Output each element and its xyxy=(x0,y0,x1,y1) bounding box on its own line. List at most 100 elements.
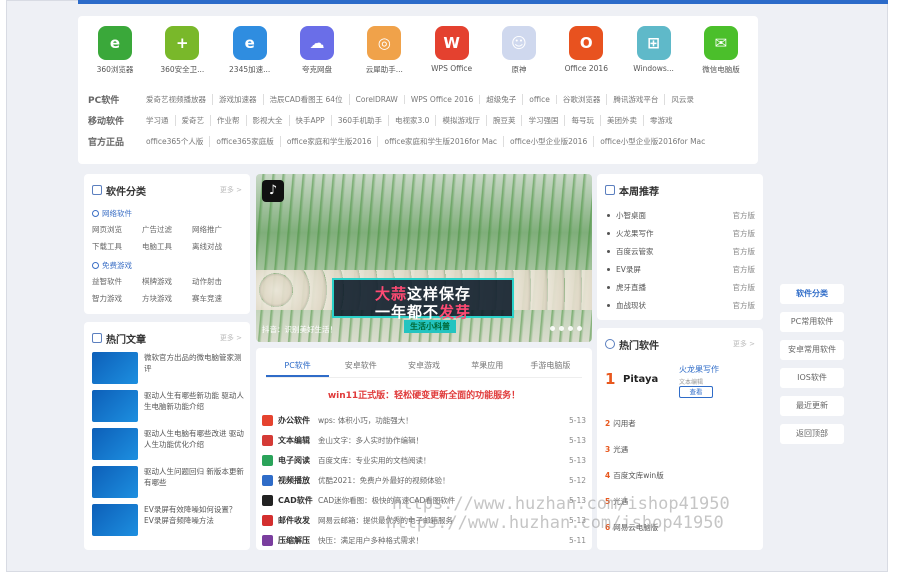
view-button[interactable]: 查看 xyxy=(679,386,713,398)
app-name[interactable]: WPS Office xyxy=(421,64,483,73)
category-link[interactable]: 作业帮 xyxy=(211,114,247,126)
category-link[interactable]: 学习通 xyxy=(140,114,176,126)
hot-software-top-item[interactable]: 1 Pitaya 火龙果写作 文本编辑 查看 xyxy=(605,360,757,408)
app-tile[interactable]: ☺ 原神 xyxy=(488,26,550,84)
category-link[interactable]: office家庭和学生版2016 xyxy=(281,135,379,147)
float-nav-item[interactable]: PC常用软件 xyxy=(780,312,844,332)
tab-1[interactable]: 安卓软件 xyxy=(329,356,392,377)
app-name[interactable]: 云犀助手... xyxy=(353,64,415,75)
category-link[interactable]: 动作射击 xyxy=(192,276,236,287)
category-link[interactable]: 风云录 xyxy=(665,94,700,105)
category-link[interactable]: 益智软件 xyxy=(92,276,136,287)
software-category[interactable]: 电子阅读 xyxy=(278,455,318,466)
weekly-item[interactable]: 火龙果写作 官方版 xyxy=(607,228,755,239)
app-name[interactable]: 360浏览器 xyxy=(84,64,146,75)
carousel-dot[interactable] xyxy=(577,326,582,331)
category-link[interactable]: 电脑工具 xyxy=(142,241,186,252)
category-link[interactable]: 爱奇艺视频播放器 xyxy=(140,93,213,105)
category-link[interactable]: 模拟游戏厅 xyxy=(436,114,487,126)
weekly-item[interactable]: EV录屏 官方版 xyxy=(607,264,755,275)
weekly-item-name[interactable]: 火龙果写作 xyxy=(616,228,654,239)
software-row[interactable]: 视频播放 优酷2021：免费户外最好的视频体验！ 5-12 xyxy=(262,472,586,488)
app-tile[interactable]: O Office 2016 xyxy=(555,26,617,84)
weekly-item[interactable]: 血战现状 官方版 xyxy=(607,300,755,311)
app-tile[interactable]: ◎ 云犀助手... xyxy=(353,26,415,84)
software-description[interactable]: 百度文库：专业实用的文档阅读！ xyxy=(318,455,564,466)
software-category[interactable]: 压缩解压 xyxy=(278,535,318,546)
category-link[interactable]: office家庭和学生版2016for Mac xyxy=(378,135,505,147)
weekly-item-name[interactable]: 小智桌面 xyxy=(616,210,646,221)
category-link[interactable]: 智力游戏 xyxy=(92,293,136,304)
group-free-games[interactable]: 免费游戏 xyxy=(92,260,132,271)
software-name[interactable]: 光遇 xyxy=(613,445,628,454)
category-link[interactable]: CorelDRAW xyxy=(350,94,405,104)
article-item[interactable]: 驱动人生问题回归 新版本更新有哪些 xyxy=(92,466,244,500)
software-description[interactable]: wps: 体积小巧，功能强大！ xyxy=(318,415,564,426)
more-link[interactable]: 更多 > xyxy=(733,339,755,349)
article-title[interactable]: 驱动人生问题回归 新版本更新有哪些 xyxy=(144,466,244,500)
category-link[interactable]: 学习强国 xyxy=(522,114,566,126)
app-name[interactable]: 原神 xyxy=(488,64,550,75)
more-link[interactable]: 更多 > xyxy=(220,333,242,343)
article-title[interactable]: 微软官方出品的微电脑管家测评 xyxy=(144,352,244,386)
weekly-item-name[interactable]: EV录屏 xyxy=(616,264,641,275)
tab-0[interactable]: PC软件 xyxy=(266,356,330,377)
category-link[interactable]: 超级兔子 xyxy=(480,93,524,105)
app-tile[interactable]: +360安全卫... xyxy=(151,26,213,84)
category-link[interactable]: 赛车竞速 xyxy=(192,293,236,304)
weekly-item-name[interactable]: 百度云管家 xyxy=(616,246,654,257)
tab-4[interactable]: 手游电脑版 xyxy=(519,356,582,377)
software-row[interactable]: 办公软件 wps: 体积小巧，功能强大！ 5-13 xyxy=(262,412,586,428)
article-title[interactable]: EV录屏有效降噪如何设置？EV录屏音频降噪方法 xyxy=(144,504,244,538)
article-title[interactable]: 驱动人生电脑有哪些改进 驱动人生功能优化介绍 xyxy=(144,428,244,462)
software-category[interactable]: 文本编辑 xyxy=(278,435,318,446)
group-network[interactable]: 网络软件 xyxy=(92,208,132,219)
app-name[interactable]: Office 2016 xyxy=(555,64,617,73)
app-tile[interactable]: e 360浏览器 xyxy=(84,26,146,84)
software-row[interactable]: 文本编辑 金山文字：多人实时协作编辑！ 5-13 xyxy=(262,432,586,448)
hot-software-item[interactable]: 4 百度文库win版 xyxy=(605,470,664,481)
app-tile[interactable]: ✉ 微信电脑版 xyxy=(690,26,752,84)
category-link[interactable]: office小型企业版2016 xyxy=(504,135,595,147)
category-link[interactable]: office365个人版 xyxy=(140,135,211,147)
category-link[interactable]: 下载工具 xyxy=(92,241,136,252)
category-link[interactable]: 影视大全 xyxy=(247,114,290,126)
software-description[interactable]: 金山文字：多人实时协作编辑！ xyxy=(318,435,564,446)
software-name[interactable]: 火龙果写作 xyxy=(679,364,719,375)
category-link[interactable]: 离线对战 xyxy=(192,241,236,252)
more-link[interactable]: 更多 > xyxy=(220,185,242,195)
app-name[interactable]: Windows... xyxy=(623,64,685,73)
tab-3[interactable]: 苹果应用 xyxy=(456,356,519,377)
app-name[interactable]: 2345加速... xyxy=(219,64,281,75)
banner-carousel[interactable]: ♪ 大蒜这样保存 一年都不发芽 生活小科普 抖音：识别美好生活！ xyxy=(256,174,592,342)
carousel-dot[interactable] xyxy=(550,326,555,331)
software-category[interactable]: 办公软件 xyxy=(278,415,318,426)
weekly-item[interactable]: 小智桌面 官方版 xyxy=(607,210,755,221)
float-nav-item[interactable]: 返回顶部 xyxy=(780,424,844,444)
software-category[interactable]: 视频播放 xyxy=(278,475,318,486)
category-link[interactable]: 腾讯游戏平台 xyxy=(607,93,666,105)
category-link[interactable]: 广告过滤 xyxy=(142,224,186,235)
software-category[interactable]: CAD软件 xyxy=(278,495,318,506)
category-link[interactable]: 零游戏 xyxy=(644,115,679,126)
category-link[interactable]: 爱奇艺 xyxy=(176,114,211,126)
app-name[interactable]: 夸克网盘 xyxy=(286,64,348,75)
app-tile[interactable]: W WPS Office xyxy=(421,26,483,84)
software-name[interactable]: 百度文库win版 xyxy=(613,471,663,480)
software-description[interactable]: 快压：满足用户多种格式需求！ xyxy=(318,535,564,546)
category-link[interactable]: 360手机助手 xyxy=(332,114,390,126)
app-tile[interactable]: ⊞ Windows... xyxy=(623,26,685,84)
weekly-item[interactable]: 百度云管家 官方版 xyxy=(607,246,755,257)
carousel-dots[interactable] xyxy=(550,326,582,331)
category-link[interactable]: 电视家3.0 xyxy=(389,114,437,126)
promo-headline[interactable]: win11正式版：轻松硬变更新全面的功能服务！ xyxy=(256,388,592,401)
category-link[interactable]: 快手APP xyxy=(290,114,332,126)
article-item[interactable]: EV录屏有效降噪如何设置？EV录屏音频降噪方法 xyxy=(92,504,244,538)
article-item[interactable]: 驱动人生电脑有哪些改进 驱动人生功能优化介绍 xyxy=(92,428,244,462)
float-nav-item[interactable]: 安卓常用软件 xyxy=(780,340,844,360)
category-link[interactable]: 谷歌浏览器 xyxy=(557,93,608,105)
category-link[interactable]: office小型企业版2016for Mac xyxy=(594,136,711,147)
weekly-item[interactable]: 虎牙直播 官方版 xyxy=(607,282,755,293)
software-name[interactable]: 闪用者 xyxy=(613,419,636,428)
category-link[interactable]: 网页浏览 xyxy=(92,224,136,235)
